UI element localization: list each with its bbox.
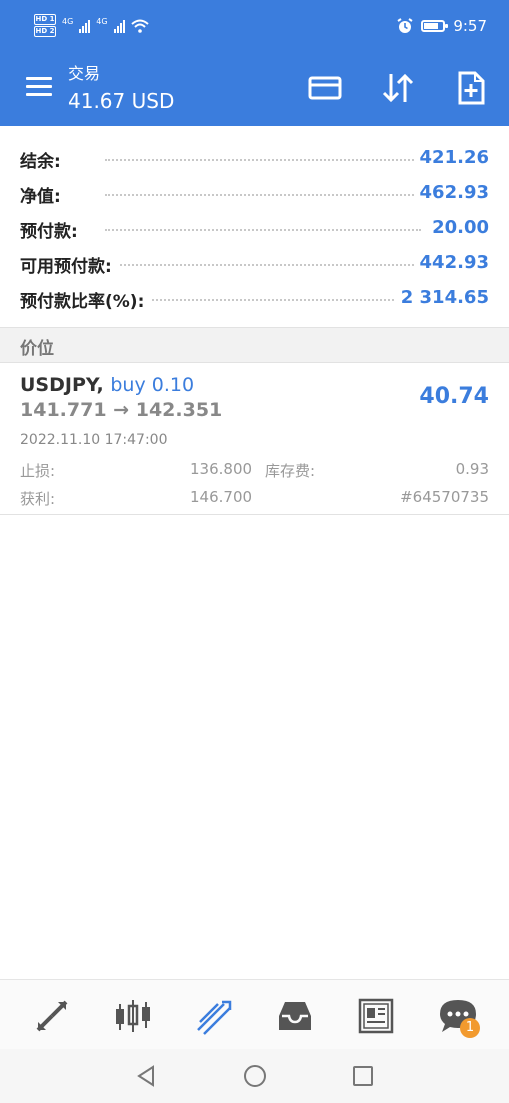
network-type-label: 4G [62, 17, 74, 26]
card-icon[interactable] [305, 68, 345, 108]
status-right: 9:57 [397, 17, 487, 35]
position-prices: 141.771 → 142.351 [20, 399, 222, 421]
summary-value: 20.00 [426, 217, 489, 238]
dotted-leader [105, 229, 421, 231]
arrow-icon: → [113, 399, 130, 421]
chat-button[interactable]: 1 [436, 994, 480, 1038]
alarm-icon [397, 18, 413, 33]
summary-label: 结余: [20, 147, 67, 172]
hd-badge: HD 1 [34, 14, 56, 25]
bottom-nav: 1 [0, 979, 509, 1050]
sl-label: 止损: [20, 462, 56, 480]
summary-value: 442.93 [413, 252, 489, 273]
chat-badge: 1 [460, 1018, 480, 1038]
tp-value: 146.700 [190, 488, 253, 506]
account-balance: 41.67 USD [68, 89, 175, 113]
dotted-leader [105, 194, 421, 196]
page-title: 交易 [68, 64, 101, 83]
clock: 9:57 [453, 17, 487, 35]
summary-value: 462.93 [413, 182, 489, 203]
price-current: 142.351 [135, 399, 223, 421]
summary-row-free-margin: 可用预付款: 442.93 [0, 245, 509, 280]
position-side: buy 0.10 [110, 374, 195, 396]
summary-label: 预付款: [20, 217, 84, 242]
ticket-number: #64570735 [400, 488, 489, 506]
position-symbol-line: USDJPY, buy 0.10 [20, 374, 194, 396]
price-open: 141.771 [20, 399, 107, 421]
hd-badge: HD 2 [34, 26, 56, 37]
new-order-icon[interactable] [451, 68, 491, 108]
account-summary: 结余: 421.26 净值: 462.93 预付款: 20.00 可用预付款: … [0, 140, 509, 315]
dotted-leader [105, 264, 421, 266]
section-title: 价位 [20, 339, 54, 359]
signal-icon [79, 19, 91, 33]
summary-row-equity: 净值: 462.93 [0, 175, 509, 210]
position-symbol: USDJPY, [20, 374, 104, 396]
sl-value: 136.800 [190, 460, 253, 478]
back-icon[interactable] [133, 1063, 159, 1089]
status-bar: HD 1 HD 2 4G 4G 9:57 [0, 0, 509, 56]
summary-label: 净值: [20, 182, 67, 207]
network-type-label: 4G [96, 17, 108, 26]
section-header-positions: 价位 [0, 327, 509, 363]
summary-row-balance: 结余: 421.26 [0, 140, 509, 175]
home-icon[interactable] [242, 1063, 268, 1089]
quotes-icon[interactable] [30, 994, 74, 1038]
tp-label: 获利: [20, 490, 56, 508]
sort-icon[interactable] [378, 68, 418, 108]
menu-icon[interactable] [26, 77, 52, 97]
position-datetime: 2022.11.10 17:47:00 [20, 432, 168, 448]
trade-icon[interactable] [192, 994, 236, 1038]
dotted-leader [105, 159, 421, 161]
swap-value: 0.93 [455, 460, 489, 478]
summary-label: 可用预付款: [20, 252, 118, 277]
history-icon[interactable] [273, 994, 317, 1038]
position-profit: 40.74 [419, 384, 489, 409]
system-nav-bar [0, 1049, 509, 1103]
app-bar: 交易 41.67 USD [0, 56, 509, 126]
recents-icon[interactable] [350, 1063, 376, 1089]
dotted-leader [105, 299, 421, 301]
chart-icon[interactable] [111, 994, 155, 1038]
news-icon[interactable] [354, 994, 398, 1038]
wifi-icon [130, 19, 149, 33]
signal-icon [113, 19, 125, 33]
battery-icon [421, 20, 449, 32]
position-row[interactable]: USDJPY, buy 0.10 141.771 → 142.351 40.74… [0, 362, 509, 515]
status-left: HD 1 HD 2 4G 4G [34, 14, 149, 37]
swap-label: 库存费: [265, 462, 316, 480]
hd-badges: HD 1 HD 2 [34, 14, 56, 37]
summary-value: 421.26 [413, 147, 489, 168]
summary-value: 2 314.65 [394, 287, 489, 308]
summary-row-margin-level: 预付款比率(%): 2 314.65 [0, 280, 509, 315]
summary-label: 预付款比率(%): [20, 287, 151, 312]
summary-row-margin: 预付款: 20.00 [0, 210, 509, 245]
